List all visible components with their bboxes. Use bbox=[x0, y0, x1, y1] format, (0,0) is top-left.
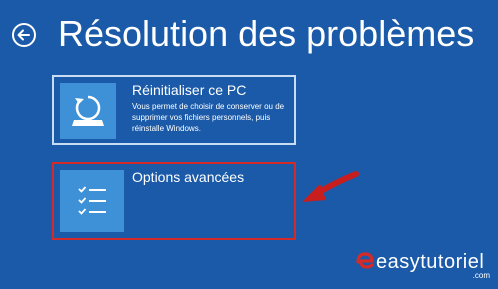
back-button[interactable] bbox=[11, 22, 37, 48]
tile-advanced-options[interactable]: Options avancées bbox=[52, 162, 296, 240]
red-arrow-icon bbox=[302, 171, 359, 202]
checklist-icon bbox=[60, 170, 124, 232]
watermark: easytutoriel .com bbox=[354, 248, 494, 284]
back-arrow-icon bbox=[12, 23, 36, 47]
tile-title: Options avancées bbox=[132, 169, 245, 185]
page-title: Résolution des problèmes bbox=[58, 13, 475, 54]
easytutoriel-logo-icon bbox=[356, 252, 374, 269]
reset-pc-icon bbox=[60, 83, 116, 139]
tile-title: Réinitialiser ce PC bbox=[132, 82, 247, 98]
tile-description: Vous permet de choisir de conserver ou d… bbox=[132, 102, 285, 133]
watermark-name: easytutoriel bbox=[376, 251, 485, 273]
tile-reset-pc[interactable]: Réinitialiser ce PC Vous permet de chois… bbox=[52, 75, 296, 145]
watermark-domain: .com bbox=[472, 271, 490, 280]
